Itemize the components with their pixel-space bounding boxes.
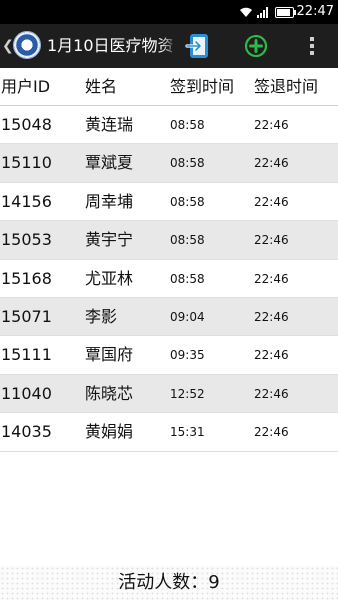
cell-name: 尤亚林 <box>85 268 134 288</box>
app-logo[interactable] <box>13 31 41 59</box>
table-row[interactable]: 14035 黄娟娟 15:31 22:46 <box>0 413 338 452</box>
cell-sign-out: 22:46 <box>254 309 289 324</box>
cell-name: 覃国府 <box>85 345 134 365</box>
table-row[interactable]: 15053 黄宇宁 08:58 22:46 <box>0 221 338 260</box>
cell-name: 周幸埔 <box>85 191 134 211</box>
add-icon <box>244 34 268 58</box>
battery-icon <box>275 6 296 18</box>
cell-sign-out: 22:46 <box>254 118 289 132</box>
cell-user-id: 14035 <box>1 422 52 442</box>
cell-sign-in: 08:58 <box>170 194 205 209</box>
cell-user-id: 15048 <box>1 115 52 134</box>
column-header-user-id: 用户ID <box>1 77 51 96</box>
table-header: 用户ID 姓名 签到时间 签退时间 <box>0 68 338 106</box>
cell-sign-out: 22:46 <box>254 194 289 209</box>
cell-sign-in: 12:52 <box>170 386 205 401</box>
active-count-label: 活动人数：9 <box>118 572 220 593</box>
overflow-menu-button[interactable] <box>302 32 322 60</box>
cell-sign-in: 09:04 <box>170 309 205 324</box>
column-header-sign-out-time: 签退时间 <box>254 77 319 96</box>
cell-user-id: 15071 <box>1 306 52 326</box>
cell-name: 覃斌夏 <box>85 153 134 173</box>
table-row[interactable]: 15111 覃国府 09:35 22:46 <box>0 336 338 375</box>
cell-sign-out: 22:46 <box>254 386 289 401</box>
table-row[interactable]: 14156 周幸埔 08:58 22:46 <box>0 183 338 222</box>
export-icon <box>185 34 208 58</box>
cell-sign-in: 08:58 <box>170 233 205 248</box>
action-bar: ❮ 1月10日医疗物资 <box>0 24 338 68</box>
cell-sign-in: 08:58 <box>170 156 205 171</box>
cell-user-id: 15110 <box>1 153 52 173</box>
title-fade <box>160 32 178 60</box>
wifi-icon <box>240 7 252 17</box>
column-header-name: 姓名 <box>85 77 118 96</box>
status-icons <box>239 4 296 20</box>
add-button[interactable] <box>244 34 268 58</box>
cell-sign-out: 22:46 <box>254 425 289 440</box>
cell-name: 黄连瑞 <box>85 115 134 134</box>
cell-sign-in: 09:35 <box>170 348 205 363</box>
status-bar: 22:47 <box>0 0 338 24</box>
signal-icon <box>257 7 268 18</box>
cell-sign-in: 08:58 <box>170 118 205 132</box>
cell-name: 陈晓芯 <box>85 383 134 403</box>
table-row[interactable]: 15168 尤亚林 08:58 22:46 <box>0 260 338 298</box>
cell-sign-out: 22:46 <box>254 348 289 363</box>
cell-sign-in: 15:31 <box>170 425 205 440</box>
footer-bar: 活动人数：9 <box>0 566 338 600</box>
cell-user-id: 11040 <box>1 383 52 403</box>
cell-user-id: 14156 <box>1 191 52 211</box>
cell-sign-out: 22:46 <box>254 156 289 171</box>
cell-name: 黄娟娟 <box>85 422 134 442</box>
table-row[interactable]: 15110 覃斌夏 08:58 22:46 <box>0 144 338 183</box>
cell-sign-out: 22:46 <box>254 271 289 286</box>
page-title: 1月10日医疗物资 <box>47 36 174 55</box>
table-row[interactable]: 15048 黄连瑞 08:58 22:46 <box>0 106 338 145</box>
back-chevron-icon[interactable]: ❮ <box>2 36 14 56</box>
cell-name: 李影 <box>85 306 118 326</box>
export-button[interactable] <box>185 32 213 60</box>
cell-sign-out: 22:46 <box>254 233 289 248</box>
column-header-sign-in-time: 签到时间 <box>170 77 235 96</box>
cell-user-id: 15168 <box>1 268 52 288</box>
cell-name: 黄宇宁 <box>85 230 134 250</box>
cell-sign-in: 08:58 <box>170 271 205 286</box>
cell-user-id: 15111 <box>1 345 52 365</box>
battery-level <box>277 8 290 16</box>
status-time: 22:47 <box>296 4 334 19</box>
table-row[interactable]: 11040 陈晓芯 12:52 22:46 <box>0 374 338 414</box>
table-row[interactable]: 15071 李影 09:04 22:46 <box>0 297 338 337</box>
overflow-menu-icon <box>310 37 314 55</box>
cell-user-id: 15053 <box>1 230 52 250</box>
attendance-list: 15048 黄连瑞 08:58 22:46 15110 覃斌夏 08:58 22… <box>0 106 338 452</box>
